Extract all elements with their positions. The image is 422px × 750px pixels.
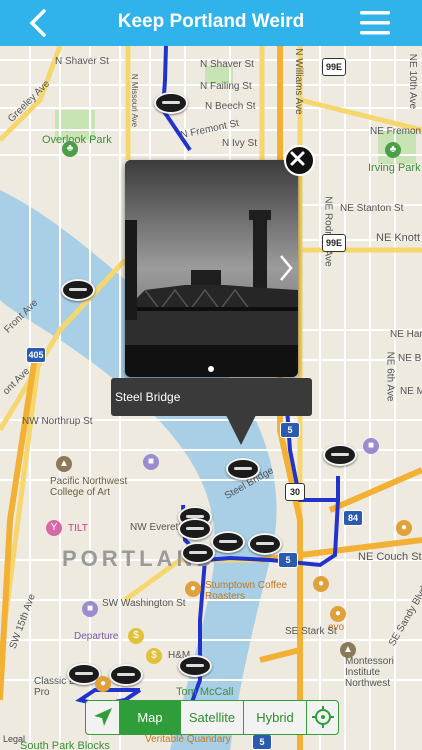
photo-steel-bridge <box>125 160 298 377</box>
weird-spot-marker[interactable] <box>178 655 212 677</box>
restaurant-icon: ● <box>95 676 111 692</box>
chevron-right-icon[interactable] <box>279 254 293 282</box>
satellite-tab[interactable]: Satellite <box>181 701 244 734</box>
street-label: NE Hanco <box>390 329 422 340</box>
popup-caption[interactable]: Steel Bridge <box>111 378 312 416</box>
weird-spot-marker[interactable] <box>178 518 212 540</box>
street-label: NE 6th Ave <box>384 351 396 402</box>
map-tab[interactable]: Map <box>120 701 181 734</box>
street-label: NE Couch St <box>358 551 422 563</box>
shopping-icon: $ <box>128 628 144 644</box>
park-icon: ♣ <box>385 142 401 158</box>
poi-label-tilt: TILT <box>68 523 88 534</box>
target-button[interactable] <box>307 701 338 734</box>
weird-spot-marker[interactable] <box>248 533 282 555</box>
street-label: N Shaver St <box>200 59 254 70</box>
transit-icon: ■ <box>143 454 159 470</box>
street-label: N Ivy St <box>222 138 258 149</box>
school-icon: ▲ <box>340 642 356 658</box>
street-label: NE Stanton St <box>340 203 404 214</box>
weird-spot-marker[interactable] <box>109 664 143 686</box>
park-label: Irving Park <box>368 162 421 174</box>
hybrid-tab[interactable]: Hybrid <box>244 701 307 734</box>
nightlife-icon: Y <box>46 520 62 536</box>
poi-label-pnca: Pacific Northwest College of Art <box>50 476 128 498</box>
interstate-shield: 5 <box>280 422 300 438</box>
poi-label-stumptown: Stumptown Coffee Roasters <box>205 580 288 602</box>
school-icon: ▲ <box>56 456 72 472</box>
weird-spot-marker[interactable] <box>211 531 245 553</box>
weird-spot-marker[interactable] <box>323 444 357 466</box>
cafe-icon: ● <box>396 520 412 536</box>
weird-spot-marker[interactable] <box>181 542 215 564</box>
route-shield: 30 <box>285 483 305 501</box>
highway-shield: 99E <box>322 58 346 76</box>
shopping-icon: ● <box>330 606 346 622</box>
map-type-toolbar: Map Satellite Hybrid <box>85 700 339 735</box>
close-x-icon <box>290 151 305 166</box>
popup-close-button[interactable] <box>284 145 315 176</box>
popup-photo[interactable] <box>125 160 298 377</box>
highway-shield: 99E <box>322 234 346 252</box>
street-label: NW Northrup St <box>22 416 93 427</box>
poi-label-montessori: Montessori Institute Northwest <box>345 656 394 689</box>
street-label: NW Everett <box>130 522 182 533</box>
popup-tail <box>226 415 256 445</box>
locate-me-button[interactable] <box>86 701 120 734</box>
transit-icon: ■ <box>363 438 379 454</box>
navigation-arrow-icon <box>93 708 112 726</box>
page-indicator-dot <box>208 366 214 372</box>
weird-spot-marker[interactable] <box>61 279 95 301</box>
poi-label-veritable: Veritable Quandary <box>145 734 231 745</box>
crosshair-target-icon <box>311 706 334 728</box>
interstate-shield: 5 <box>278 552 298 568</box>
street-label: SE Stark St <box>285 626 337 637</box>
interstate-shield: 405 <box>26 347 46 363</box>
cafe-icon: ● <box>185 581 201 597</box>
hamburger-menu-icon <box>360 11 390 35</box>
street-label: N Missouri Ave <box>130 73 140 128</box>
cafe-icon: ● <box>313 576 329 592</box>
park-label: Tom McCall <box>176 686 234 698</box>
app-header: Keep Portland Weird <box>0 0 422 46</box>
street-label: NE Fremon <box>370 126 422 137</box>
street-label: NE Mult <box>400 386 422 397</box>
interstate-shield: 84 <box>343 510 363 526</box>
street-label: NE Rodney Ave <box>322 196 334 267</box>
street-label: N Failing St <box>200 81 252 92</box>
poi-label-departure: Departure <box>74 631 119 642</box>
street-label: NE 10th Ave <box>407 53 419 110</box>
street-label: NE Broa <box>398 353 422 364</box>
interstate-shield: 5 <box>252 734 272 750</box>
park-icon: ♣ <box>62 141 78 157</box>
popup-caption-text: Steel Bridge <box>115 390 181 404</box>
street-label: NE Knott <box>376 232 421 244</box>
street-label: N Beech St <box>205 101 256 112</box>
weird-spot-marker[interactable] <box>226 458 260 480</box>
street-label: N Shaver St <box>55 56 109 67</box>
street-label: N Williams Ave <box>292 48 304 115</box>
legal-link[interactable]: Legal <box>3 734 25 744</box>
street-label: SW Washington St <box>102 598 186 609</box>
park-label: South Park Blocks <box>20 740 110 750</box>
shopping-icon: $ <box>146 648 162 664</box>
weird-spot-marker[interactable] <box>154 92 188 114</box>
menu-button[interactable] <box>358 9 392 37</box>
transit-icon: ■ <box>82 601 98 617</box>
